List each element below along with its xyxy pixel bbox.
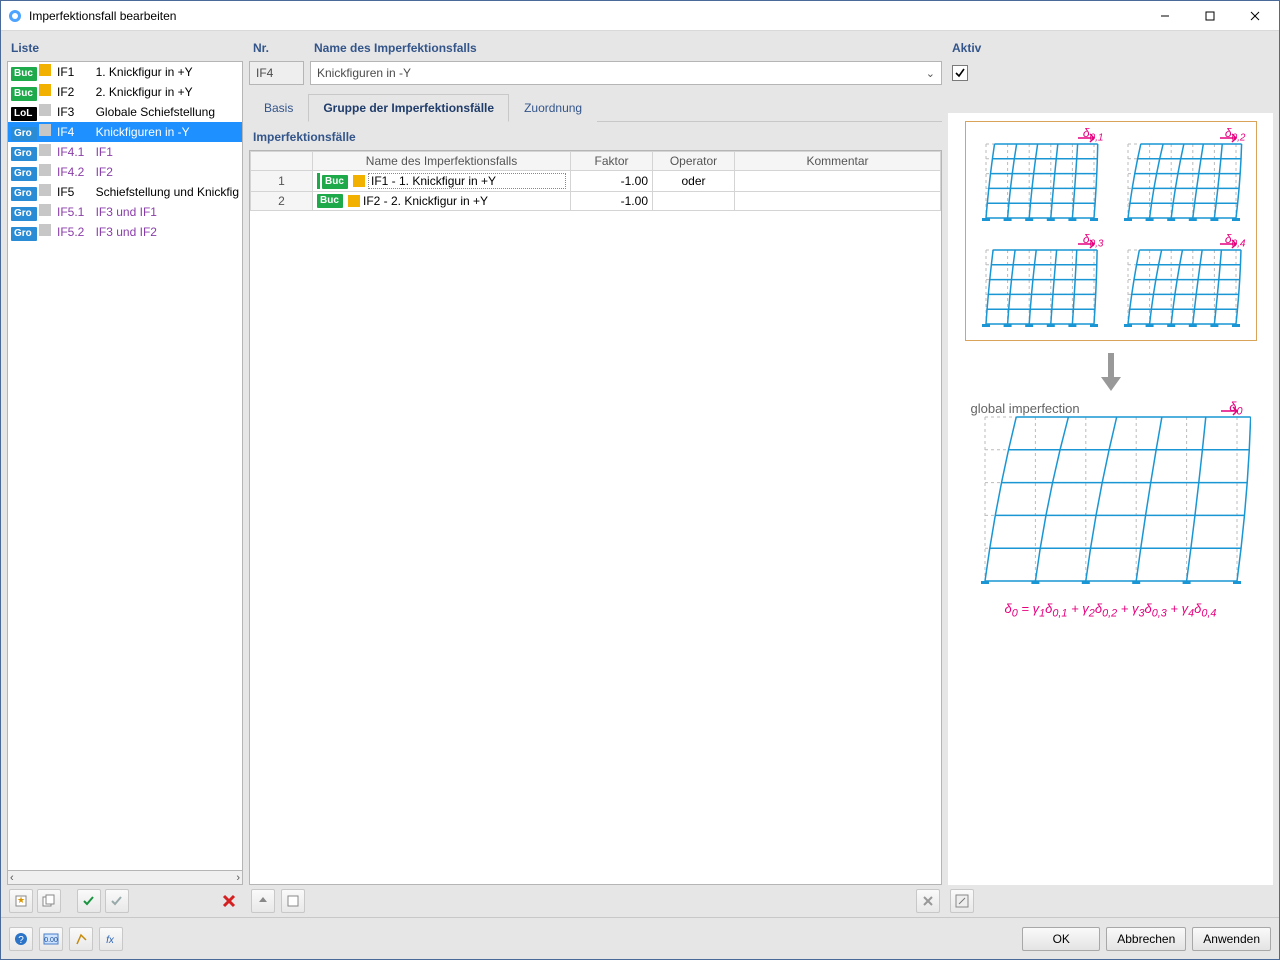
mode-4: δ0,4 [1114, 234, 1250, 334]
svg-text:★: ★ [17, 895, 25, 905]
tab-basis[interactable]: Basis [249, 94, 308, 122]
aktiv-checkbox[interactable] [952, 65, 968, 81]
delete-case-button[interactable] [217, 889, 241, 913]
minimize-button[interactable] [1142, 2, 1187, 30]
list-item[interactable]: BucIF11. Knickfigur in +Y [8, 62, 242, 82]
client-area: Liste BucIF11. Knickfigur in +YBucIF22. … [1, 31, 1279, 959]
dialog-window: Imperfektionsfall bearbeiten Liste BucIF… [0, 0, 1280, 960]
diagram-options-button[interactable] [950, 889, 974, 913]
app-icon [7, 8, 23, 24]
svg-text:fx: fx [106, 935, 115, 946]
scroll-left-icon[interactable]: ‹ [10, 872, 14, 884]
mode-3: δ0,3 [972, 234, 1108, 334]
delete-row-button[interactable] [916, 889, 940, 913]
uncheck-all-button[interactable] [105, 889, 129, 913]
new-row-button[interactable] [281, 889, 305, 913]
list-item[interactable]: GroIF5.2IF3 und IF2 [8, 222, 242, 242]
right-toolbar [948, 885, 1273, 917]
copy-case-button[interactable] [37, 889, 61, 913]
mode-2: δ0,2 [1114, 128, 1250, 228]
list-heading: Liste [7, 37, 243, 61]
tabs: Basis Gruppe der Imperfektionsfälle Zuor… [249, 93, 942, 122]
col-operator[interactable]: Operator [653, 152, 735, 171]
name-value: Knickfiguren in -Y [317, 66, 411, 80]
scroll-right-icon[interactable]: › [236, 872, 240, 884]
options-button[interactable] [69, 927, 93, 951]
svg-text:?: ? [18, 935, 24, 946]
col-name[interactable]: Name des Imperfektionsfalls [313, 152, 571, 171]
list-item[interactable]: LoLIF3Globale Schiefstellung [8, 102, 242, 122]
table-row[interactable]: 1BucIF1 - 1. Knickfigur in +Y-1.00oder [251, 171, 941, 192]
tab-group[interactable]: Gruppe der Imperfektionsfälle [308, 94, 509, 122]
arrow-down-icon [1097, 351, 1125, 391]
grid-toolbar [249, 885, 942, 917]
list-toolbar: ★ [7, 885, 243, 917]
table-row[interactable]: 2BucIF2 - 2. Knickfigur in +Y-1.00 [251, 192, 941, 211]
titlebar: Imperfektionsfall bearbeiten [1, 1, 1279, 31]
new-case-button[interactable]: ★ [9, 889, 33, 913]
svg-text:0.00: 0.00 [44, 937, 58, 944]
bottom-bar: ? 0.00 fx OK Abbrechen Anwenden [1, 917, 1279, 959]
move-up-button[interactable] [251, 889, 275, 913]
formula: δ0 = γ1δ0,1 + γ2δ0,2 + γ3δ0,3 + γ4δ0,4 [1005, 601, 1217, 620]
units-button[interactable]: 0.00 [39, 927, 63, 951]
chevron-down-icon: ⌄ [926, 67, 935, 80]
ok-button[interactable]: OK [1022, 927, 1100, 951]
list-horizontal-scrollbar[interactable]: ‹ › [7, 871, 243, 885]
tab-assignment[interactable]: Zuordnung [509, 94, 597, 122]
check-all-button[interactable] [77, 889, 101, 913]
apply-button[interactable]: Anwenden [1192, 927, 1271, 951]
list-item[interactable]: BucIF22. Knickfigur in +Y [8, 82, 242, 102]
row-header-col [251, 152, 313, 171]
col-kommentar[interactable]: Kommentar [735, 152, 941, 171]
name-dropdown[interactable]: Knickfiguren in -Y ⌄ [310, 61, 942, 85]
table-heading: Imperfektionsfälle [249, 122, 942, 150]
list-item[interactable]: GroIF4Knickfiguren in -Y [8, 122, 242, 142]
nr-label: Nr. [249, 37, 304, 61]
list-item[interactable]: GroIF4.1IF1 [8, 142, 242, 162]
four-modes-box: δ0,1 δ0,2 δ0,3 δ0,4 [965, 121, 1257, 341]
help-button[interactable]: ? [9, 927, 33, 951]
col-faktor[interactable]: Faktor [571, 152, 653, 171]
list-item[interactable]: GroIF5Schiefstellung und Knickfig [8, 182, 242, 202]
close-button[interactable] [1232, 2, 1277, 30]
aktiv-label: Aktiv [948, 37, 1273, 61]
list-item[interactable]: GroIF4.2IF2 [8, 162, 242, 182]
list-item[interactable]: GroIF5.1IF3 und IF1 [8, 202, 242, 222]
nr-field: IF4 [249, 61, 304, 85]
middle-panel: Nr. IF4 Name des Imperfektionsfalls Knic… [249, 37, 942, 917]
window-title: Imperfektionsfall bearbeiten [29, 9, 1142, 23]
right-panel: Aktiv δ0,1 δ0,2 δ0,3 δ0,4 [948, 37, 1273, 917]
mode-1: δ0,1 [972, 128, 1108, 228]
cancel-button[interactable]: Abbrechen [1106, 927, 1186, 951]
left-panel: Liste BucIF11. Knickfigur in +YBucIF22. … [7, 37, 243, 917]
case-list[interactable]: BucIF11. Knickfigur in +YBucIF22. Knickf… [7, 61, 243, 871]
fx-button[interactable]: fx [99, 927, 123, 951]
name-label: Name des Imperfektionsfalls [310, 37, 942, 61]
diagram-panel: δ0,1 δ0,2 δ0,3 δ0,4 global imperfection … [948, 113, 1273, 885]
global-mode: global imperfection δ0 [971, 401, 1251, 591]
maximize-button[interactable] [1187, 2, 1232, 30]
cases-grid[interactable]: Name des Imperfektionsfalls Faktor Opera… [249, 150, 942, 885]
